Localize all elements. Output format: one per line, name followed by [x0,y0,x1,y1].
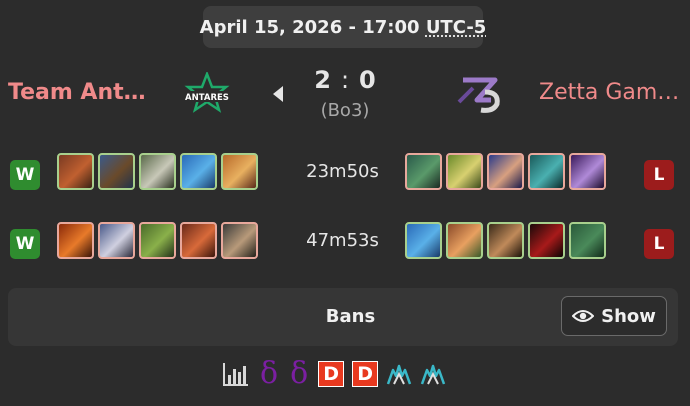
antares-logo[interactable]: ANTARES [178,72,236,116]
hero-portrait[interactable] [57,222,94,259]
dotabuff-icon[interactable]: D [318,361,345,387]
hero-portrait[interactable] [446,153,483,190]
stats-links: δ δ D D [222,358,446,390]
eye-icon [572,310,595,322]
zetta-logo[interactable] [455,72,505,116]
show-bans-label: Show [601,305,656,327]
score-right: 0 [359,66,376,94]
stratz-icon[interactable] [420,362,446,386]
result-badge-loss: L [644,160,674,190]
result-badge-win: W [10,229,40,259]
hero-portrait[interactable] [139,222,176,259]
hero-portrait[interactable] [405,153,442,190]
hero-portrait[interactable] [487,222,524,259]
hero-portrait[interactable] [405,222,442,259]
match-datetime: April 15, 2026 - 17:00 UTC-5 [199,6,486,48]
hero-portrait[interactable] [446,222,483,259]
hero-portrait[interactable] [528,153,565,190]
team-right-name[interactable]: Zetta Gaming [539,80,681,105]
datdota-icon[interactable]: δ [260,359,278,389]
svg-text:ANTARES: ANTARES [185,93,229,103]
team-left-name[interactable]: Team Antares [8,80,150,105]
hero-portrait[interactable] [487,153,524,190]
hero-portrait[interactable] [221,153,258,190]
result-badge-loss: L [644,229,674,259]
hero-portrait[interactable] [139,153,176,190]
hero-portrait[interactable] [57,153,94,190]
result-badge-win: W [10,160,40,190]
game-duration: 47m53s [306,230,379,251]
match-score: 2:0 [300,66,390,94]
show-bans-button[interactable]: Show [561,296,667,336]
right-hero-lineup [405,153,606,190]
left-hero-lineup [57,222,258,259]
game-duration: 23m50s [306,161,379,182]
left-hero-lineup [57,153,258,190]
winner-arrow-icon [273,86,283,102]
stratz-icon[interactable] [386,362,412,386]
hero-portrait[interactable] [221,222,258,259]
hero-portrait[interactable] [180,153,217,190]
game-row[interactable]: W 47m53s L [0,222,690,266]
hero-portrait[interactable] [180,222,217,259]
match-format: (Bo3) [320,100,370,121]
score-separator: : [340,66,350,94]
datdota-icon[interactable]: δ [290,359,308,389]
game-row[interactable]: W 23m50s L [0,153,690,197]
bans-title: Bans [325,306,376,327]
dotabuff-icon[interactable]: D [352,361,379,387]
score-left: 2 [314,66,331,94]
hero-portrait[interactable] [528,222,565,259]
stats-icon[interactable] [222,361,250,387]
timezone-label[interactable]: UTC-5 [426,17,487,38]
match-date: April 15, 2026 - 17:00 [199,16,420,38]
hero-portrait[interactable] [98,153,135,190]
bans-panel: Bans Show [8,288,678,346]
hero-portrait[interactable] [98,222,135,259]
right-hero-lineup [405,222,606,259]
hero-portrait[interactable] [569,153,606,190]
hero-portrait[interactable] [569,222,606,259]
